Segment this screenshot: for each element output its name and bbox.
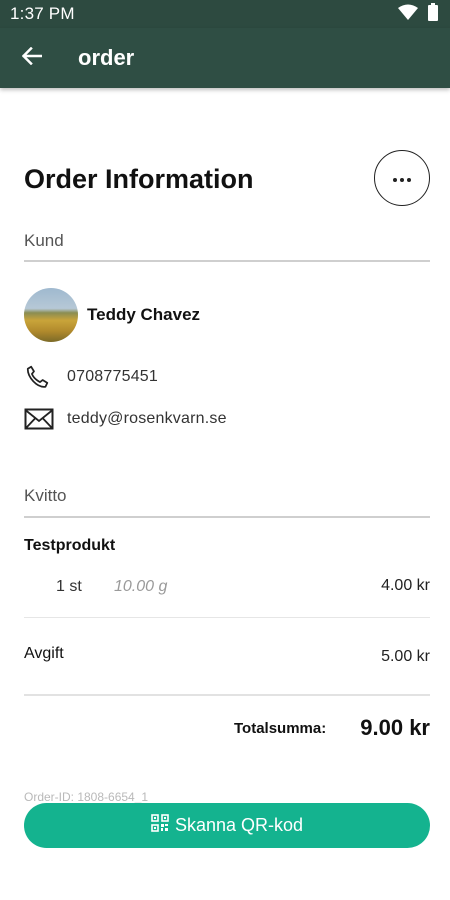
fee-value: 5.00 kr bbox=[381, 648, 430, 665]
avatar bbox=[24, 288, 78, 342]
app-bar-title: order bbox=[78, 45, 135, 70]
more-options-button[interactable] bbox=[374, 150, 430, 206]
customer-phone: 0708775451 bbox=[67, 368, 158, 385]
phone-row[interactable]: 0708775451 bbox=[24, 363, 158, 391]
total-value: 9.00 kr bbox=[360, 715, 430, 740]
customer-section-label: Kund bbox=[24, 231, 64, 250]
page-title: Order Information bbox=[24, 164, 254, 194]
product-quantity: 1 st bbox=[56, 578, 82, 595]
phone-icon bbox=[24, 363, 56, 391]
customer-name: Teddy Chavez bbox=[87, 305, 201, 324]
scan-qr-button[interactable]: Skanna QR-kod bbox=[24, 803, 430, 848]
app-bar: order bbox=[0, 28, 450, 88]
scan-qr-label: Skanna QR-kod bbox=[174, 815, 304, 835]
customer-divider bbox=[24, 260, 430, 262]
back-button[interactable] bbox=[0, 28, 64, 88]
product-weight: 10.00 g bbox=[114, 578, 168, 595]
arrow-left-icon bbox=[21, 46, 43, 70]
qr-code-icon bbox=[151, 814, 169, 837]
more-horizontal-icon bbox=[393, 169, 411, 187]
receipt-section-label: Kvitto bbox=[24, 486, 67, 505]
order-header: Order Information bbox=[24, 150, 430, 208]
mail-icon bbox=[24, 405, 56, 433]
status-time: 1:37 PM bbox=[10, 4, 75, 23]
total-label: Totalsumma: bbox=[234, 720, 327, 737]
product-name: Testprodukt bbox=[24, 537, 116, 554]
product-price: 4.00 kr bbox=[381, 577, 430, 594]
wifi-icon bbox=[398, 4, 418, 25]
fee-label: Avgift bbox=[24, 645, 64, 662]
customer-email: teddy@rosenkvarn.se bbox=[67, 410, 227, 427]
receipt-divider bbox=[24, 516, 430, 518]
email-row[interactable]: teddy@rosenkvarn.se bbox=[24, 405, 227, 433]
status-icons bbox=[398, 2, 438, 26]
status-bar: 1:37 PM bbox=[0, 0, 450, 28]
order-id: Order-ID: 1808-6654_1 bbox=[24, 790, 149, 804]
fee-divider bbox=[24, 694, 430, 696]
battery-icon bbox=[428, 2, 438, 26]
product-divider bbox=[24, 617, 430, 618]
